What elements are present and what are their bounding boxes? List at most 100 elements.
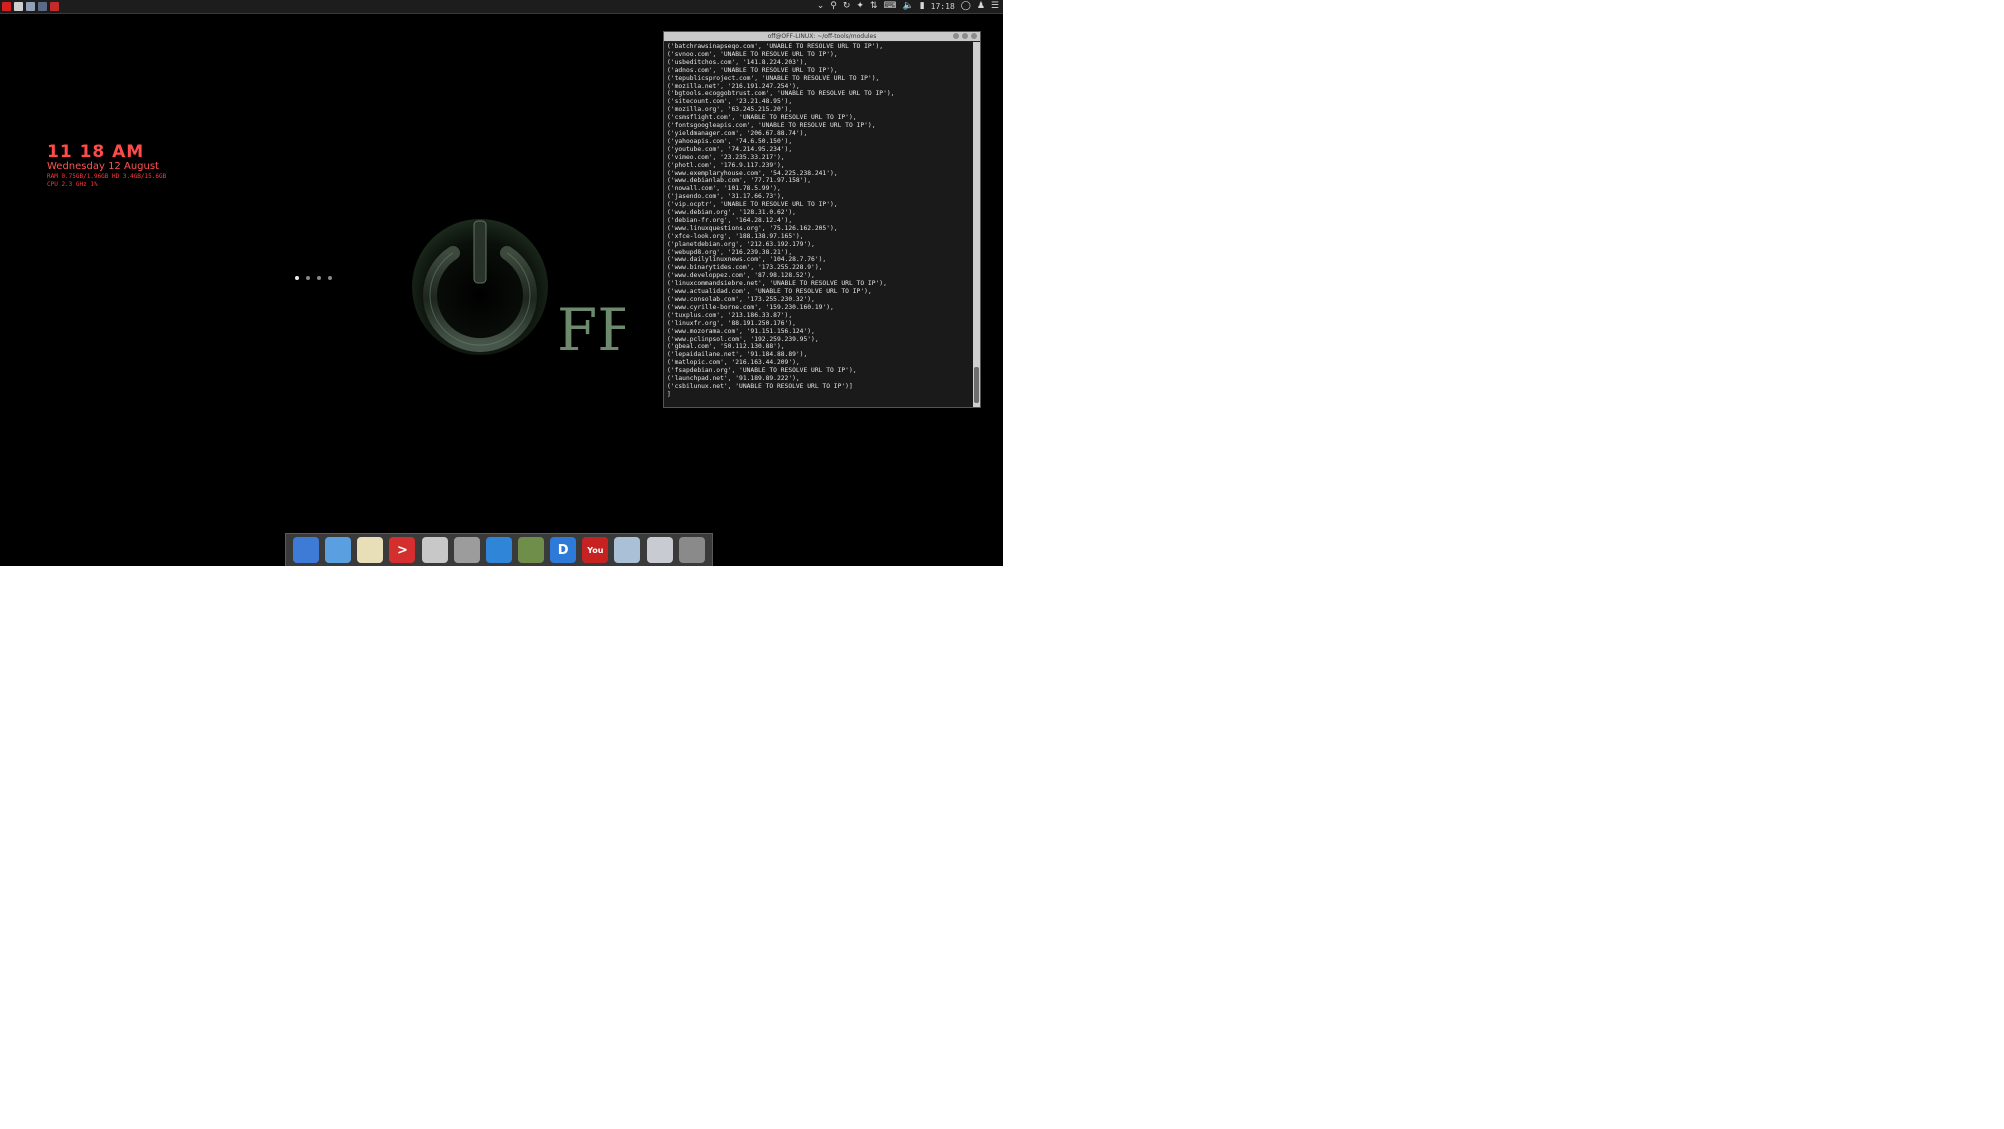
conky-time: 11 18 AM (47, 142, 145, 162)
terminal-line: ('www.cyrille-borne.com', '159.230.160.1… (667, 303, 834, 311)
terminal-line: ('www.binarytides.com', '173.255.228.9')… (667, 264, 823, 272)
scrollbar-thumb[interactable] (974, 367, 979, 403)
terminal-line: ('jasendo.com', '31.17.66.73'), (667, 193, 785, 201)
terminal-line: ('www.dailylinuxnews.com', '104.28.7.76'… (667, 256, 827, 264)
files-icon[interactable] (26, 2, 35, 11)
close-button[interactable] (971, 33, 977, 39)
terminal-line: ('vimeo.com', '23.235.33.217'), (667, 153, 785, 161)
maximize-button[interactable] (962, 33, 968, 39)
workspace-indicator (295, 276, 332, 280)
terminal-line: ('fontsgoogleapis.com', 'UNABLE TO RESOL… (667, 122, 876, 130)
terminal-line: ('vip.ocptr', 'UNABLE TO RESOLVE URL TO … (667, 201, 838, 209)
conky-widget: 11 18 AM Wednesday 12 August RAM 0.75GB/… (47, 144, 166, 189)
panel-clock[interactable]: 17:18 (931, 2, 955, 11)
workspace-dot[interactable] (306, 276, 310, 280)
desktop: ⌄ ⚲ ↻ ✦ ⇅ ⌨ 🔈 ▮ 17:18 ◯ ♟ ☰ 11 18 AM Wed… (0, 0, 1003, 566)
terminal-titlebar[interactable]: off@OFF-LINUX: ~/off-tools/modules (664, 32, 980, 41)
screenshot-icon[interactable] (614, 537, 641, 563)
terminal-scrollbar[interactable] (973, 42, 980, 407)
youtube-icon[interactable]: You (582, 537, 609, 563)
widgets-icon[interactable] (518, 537, 545, 563)
terminal-prompt[interactable]: ] (667, 391, 970, 399)
terminal-line: ('gbeal.com', '50.112.130.88'), (667, 343, 785, 351)
terminal-line: ('www.mozorama.com', '91.151.156.124'), (667, 327, 815, 335)
terminal-line: ('tuxplus.com', '213.186.33.87'), (667, 311, 793, 319)
terminal-line: ('launchpad.net', '91.189.89.222'), (667, 375, 800, 383)
workspace-dot[interactable] (328, 276, 332, 280)
terminal-line: ('www.debianlab.com', '77.71.97.158'), (667, 177, 812, 185)
system-tray: ⌄ ⚲ ↻ ✦ ⇅ ⌨ 🔈 ▮ 17:18 ◯ ♟ ☰ (817, 0, 999, 13)
mail-icon[interactable] (421, 537, 448, 563)
desktop-icon[interactable] (485, 537, 512, 563)
conky-cpu: CPU 2.3 GHz 1% (47, 181, 98, 188)
battery-icon[interactable]: ▮ (920, 0, 925, 13)
finder-icon[interactable] (325, 537, 352, 563)
terminal-line: ('csbilunux.net', 'UNABLE TO RESOLVE URL… (667, 382, 853, 390)
terminal-line: ('webupd8.org', '216.239.38.21'), (667, 248, 793, 256)
terminal-line: ('www.debian.org', '128.31.0.62'), (667, 209, 796, 217)
workspace-dot[interactable] (295, 276, 299, 280)
terminal-line: ('usbeditchos.com', '141.8.224.203'), (667, 58, 808, 66)
terminal-line: ('www.exemplaryhouse.com', '54.225.238.2… (667, 169, 838, 177)
terminal-line: ('www.linuxquestions.org', '75.126.162.2… (667, 224, 838, 232)
notes-icon[interactable] (357, 537, 384, 563)
terminal-line: ('www.consolab.com', '173.255.230.32'), (667, 296, 815, 303)
terminal-line: ('mozilla.org', '63.245.215.20'), (667, 106, 793, 114)
red-app-icon[interactable] (50, 2, 59, 11)
dock-icon-label: D (557, 542, 569, 558)
terminal-line: ('lepaidailane.net', '91.184.88.89'), (667, 351, 808, 359)
search-icon[interactable]: ⚲ (830, 0, 837, 13)
terminal-line: ('tepublicsproject.com', 'UNABLE TO RESO… (667, 74, 880, 82)
dock-icon-label: You (587, 545, 604, 555)
terminal-line: ('www.developpez.com', '87.98.128.52'), (667, 272, 815, 280)
terminal-launcher-icon[interactable] (38, 2, 47, 11)
terminal-icon[interactable]: > (389, 537, 416, 563)
dock-icon-label: > (397, 542, 408, 558)
terminal-line: ('csmsflight.com', 'UNABLE TO RESOLVE UR… (667, 114, 857, 122)
notifications-icon[interactable]: ◯ (961, 0, 971, 13)
conky-date: Wednesday 12 August (47, 161, 159, 172)
terminal-line: ('xfce-look.org', '188.138.97.165'), (667, 232, 804, 240)
user-icon[interactable]: ♟ (977, 0, 985, 13)
web-browser-icon[interactable] (293, 537, 320, 563)
dictionary-icon[interactable]: D (550, 537, 577, 563)
dock: > D You (285, 533, 713, 566)
launchpad-icon[interactable] (453, 537, 480, 563)
off-logo: FF (405, 215, 638, 369)
bluetooth-icon[interactable]: ✦ (856, 0, 864, 13)
panel-launchers (2, 1, 59, 12)
terminal-line: ('planetdebian.org', '212.63.192.179'), (667, 240, 815, 248)
terminal-line: ('linuxcommandsiebre.net', 'UNABLE TO RE… (667, 280, 887, 288)
terminal-line: ('nowall.com', '101.78.5.99'), (667, 185, 781, 193)
terminal-line: ('mozilla.net', '216.191.247.254'), (667, 82, 800, 90)
terminal-window[interactable]: off@OFF-LINUX: ~/off-tools/modules ('bat… (663, 31, 981, 408)
logo-text: FF (557, 296, 625, 364)
minimize-button[interactable] (953, 33, 959, 39)
terminal-line: ('www.actualidad.com', 'UNABLE TO RESOLV… (667, 288, 872, 296)
terminal-line: ('adnos.com', 'UNABLE TO RESOLVE URL TO … (667, 66, 838, 74)
top-panel: ⌄ ⚲ ↻ ✦ ⇅ ⌨ 🔈 ▮ 17:18 ◯ ♟ ☰ (0, 0, 1003, 14)
trash-icon[interactable] (678, 537, 705, 563)
chevron-down-icon[interactable]: ⌄ (817, 0, 825, 13)
terminal-line: ('youtube.com', '74.214.95.234'), (667, 145, 793, 153)
terminal-line: ('yahooapis.com', '74.6.50.150'), (667, 137, 793, 145)
volume-icon[interactable]: 🔈 (903, 0, 914, 13)
terminal-line: ('yieldmanager.com', '206.67.88.74'), (667, 129, 808, 137)
terminal-title: off@OFF-LINUX: ~/off-tools/modules (767, 33, 877, 40)
workspace-dot[interactable] (317, 276, 321, 280)
menu-lines-icon[interactable]: ☰ (991, 0, 999, 13)
terminal-line: ('linuxfr.org', '88.191.250.176'), (667, 319, 796, 327)
terminal-line: ('debian-fr.org', '164.28.12.4'), (667, 216, 793, 224)
terminal-line: ('sitecount.com', '23.21.48.95'), (667, 98, 793, 106)
settings-icon[interactable] (646, 537, 673, 563)
keyboard-icon[interactable]: ⌨ (884, 0, 897, 13)
terminal-output[interactable]: ('batchrawsinapseqo.com', 'UNABLE TO RES… (664, 42, 973, 407)
terminal-line: ('bgtools.ecoggobtrust.com', 'UNABLE TO … (667, 90, 895, 98)
terminal-line: ('batchrawsinapseqo.com', 'UNABLE TO RES… (667, 43, 884, 50)
terminal-line: ('svnoo.com', 'UNABLE TO RESOLVE URL TO … (667, 50, 838, 58)
menu-icon[interactable] (2, 2, 11, 11)
terminal-line: ('fsapdebian.org', 'UNABLE TO RESOLVE UR… (667, 367, 857, 375)
network-icon[interactable]: ⇅ (870, 0, 878, 13)
star-icon[interactable] (14, 2, 23, 11)
update-icon[interactable]: ↻ (843, 0, 851, 13)
